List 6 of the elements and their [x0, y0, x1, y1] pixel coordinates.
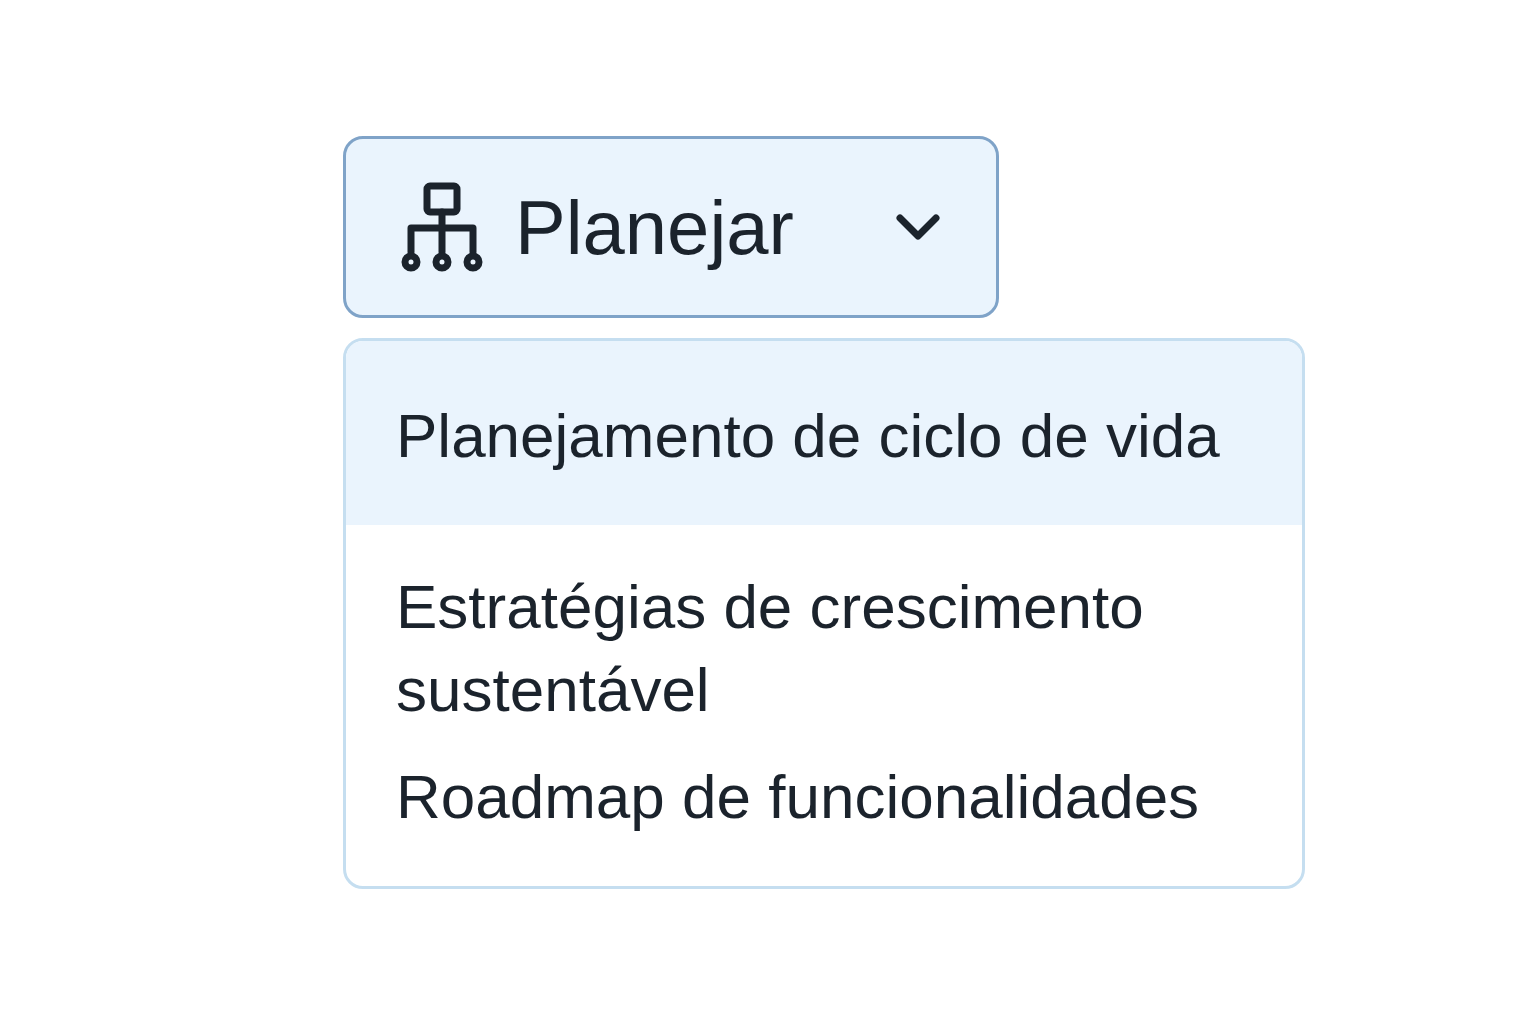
menu-item[interactable]: Planejamento de ciclo de vida [346, 341, 1302, 525]
menu-item[interactable]: Estratégias de crescimento sustentável [346, 525, 1302, 743]
dropdown-button[interactable]: Planejar [343, 136, 999, 318]
menu-item[interactable]: Roadmap de funcionalidades [346, 743, 1302, 850]
hierarchy-icon [399, 182, 485, 272]
chevron-down-icon [895, 212, 941, 242]
